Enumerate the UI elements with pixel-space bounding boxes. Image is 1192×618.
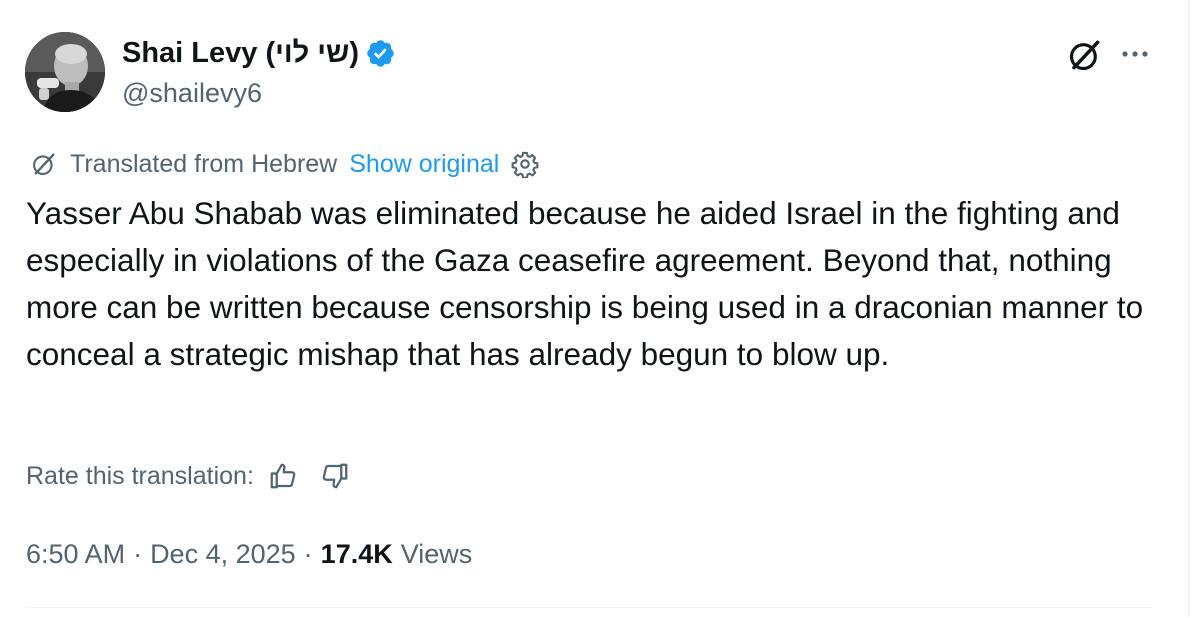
thumbs-up-icon[interactable] (268, 461, 298, 491)
thumbs-down-icon[interactable] (320, 461, 350, 491)
avatar[interactable] (25, 32, 105, 112)
translated-from-label: Translated from Hebrew (70, 149, 338, 178)
verified-badge-icon[interactable] (365, 38, 396, 69)
meta-separator: · (133, 538, 143, 569)
show-original-link[interactable]: Show original (349, 150, 499, 179)
grok-translate-icon (33, 153, 55, 175)
views-label: Views (400, 538, 473, 569)
author-display-name[interactable]: Shai Levy (שי לוי) (122, 34, 396, 72)
author-name-text: Shai Levy (שי לוי) (122, 37, 360, 69)
gear-icon[interactable] (511, 150, 539, 178)
author-handle[interactable]: @shailevy6 (122, 76, 262, 110)
grok-icon[interactable] (1066, 36, 1104, 74)
tweet-time[interactable]: 6:50 AM (26, 539, 125, 570)
rate-translation-row: Rate this translation: (26, 456, 350, 496)
tweet-card: Shai Levy (שי לוי) @shailevy6 Translated… (0, 0, 1190, 617)
meta-separator: · (303, 538, 313, 569)
tweet-meta: 6:50 AM · Dec 4, 2025 · 17.4K Views (26, 534, 472, 574)
more-icon[interactable] (1118, 44, 1152, 64)
tweet-text: Yasser Abu Shabab was eliminated because… (26, 195, 1144, 372)
rate-translation-label: Rate this translation: (26, 461, 254, 490)
tweet-date[interactable]: Dec 4, 2025 (150, 539, 296, 570)
user-avatar-photo (25, 32, 105, 112)
views-count[interactable]: 17.4K (321, 539, 393, 570)
divider (26, 607, 1152, 608)
translation-bar: Translated from Hebrew Show original (30, 146, 539, 182)
